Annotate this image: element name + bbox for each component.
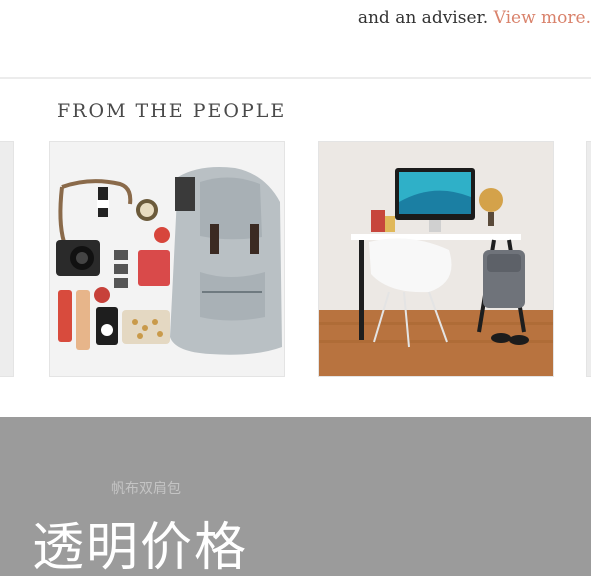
desk-photo (319, 142, 553, 376)
intro-sentence: and an adviser. (357, 8, 489, 28)
section-title: FROM THE PEOPLE (57, 100, 287, 122)
promo-title: 透明价格 (32, 518, 249, 578)
view-more-link[interactable]: View more. (494, 8, 591, 28)
promo-subtitle: 帆布双肩包 (111, 481, 181, 497)
flatlay-photo (50, 142, 284, 376)
gallery-card-partial-right[interactable] (586, 141, 591, 377)
gallery-card-partial-left[interactable] (0, 141, 14, 377)
gallery-card-flatlay[interactable] (49, 141, 285, 377)
gallery-card-desk[interactable] (318, 141, 554, 377)
section-divider (0, 77, 591, 79)
intro-text: and an adviser. View more. (358, 8, 591, 28)
